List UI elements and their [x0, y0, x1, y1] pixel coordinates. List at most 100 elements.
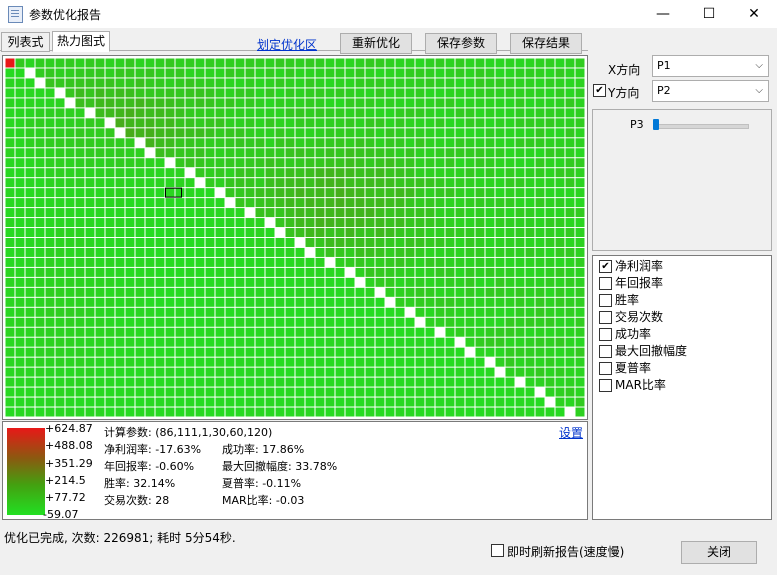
heatmap-cell[interactable] — [525, 238, 535, 247]
heatmap-cell[interactable] — [485, 108, 495, 118]
heatmap-cell[interactable] — [325, 277, 335, 287]
heatmap-cell[interactable] — [205, 317, 215, 327]
heatmap-cell[interactable] — [555, 347, 565, 357]
heatmap-cell[interactable] — [165, 397, 175, 407]
heatmap-cell[interactable] — [545, 208, 555, 218]
heatmap-cell[interactable] — [105, 68, 115, 78]
heatmap-cell[interactable] — [5, 287, 15, 297]
heatmap-cell[interactable] — [65, 118, 75, 128]
heatmap-cell[interactable] — [305, 178, 315, 188]
heatmap-cell[interactable] — [465, 178, 475, 188]
heatmap-cell[interactable] — [125, 297, 135, 307]
heatmap-cell[interactable] — [485, 78, 495, 88]
heatmap-cell[interactable] — [295, 297, 305, 307]
heatmap-cell[interactable] — [195, 267, 205, 277]
heatmap-cell[interactable] — [135, 337, 145, 347]
heatmap-cell[interactable] — [45, 108, 55, 118]
heatmap-cell[interactable] — [155, 158, 165, 168]
heatmap-cell[interactable] — [145, 78, 155, 88]
p3-slider-track[interactable] — [653, 124, 749, 129]
heatmap-cell[interactable] — [245, 238, 255, 247]
heatmap-cell[interactable] — [195, 377, 205, 387]
heatmap-cell[interactable] — [515, 267, 525, 277]
heatmap-cell[interactable] — [315, 198, 325, 208]
heatmap-cell[interactable] — [5, 128, 15, 138]
heatmap-cell[interactable] — [465, 68, 475, 78]
heatmap-cell[interactable] — [215, 128, 225, 138]
heatmap-cell[interactable] — [245, 228, 255, 237]
heatmap-cell[interactable] — [355, 257, 365, 267]
heatmap-cell[interactable] — [285, 138, 295, 148]
heatmap-cell[interactable] — [105, 277, 115, 287]
heatmap-cell[interactable] — [275, 297, 285, 307]
heatmap-cell[interactable] — [405, 188, 415, 198]
heatmap-cell[interactable] — [575, 78, 585, 88]
heatmap-cell[interactable] — [575, 297, 585, 307]
heatmap-cell[interactable] — [145, 158, 155, 168]
heatmap-cell[interactable] — [185, 257, 195, 267]
heatmap-cell[interactable] — [355, 208, 365, 218]
heatmap-cell[interactable] — [255, 118, 265, 128]
heatmap-cell[interactable] — [65, 88, 75, 98]
heatmap-cell[interactable] — [495, 377, 505, 387]
heatmap-cell[interactable] — [365, 247, 375, 257]
heatmap-cell[interactable] — [225, 337, 235, 347]
heatmap-cell[interactable] — [255, 158, 265, 168]
heatmap-cell[interactable] — [105, 377, 115, 387]
heatmap-cell[interactable] — [125, 257, 135, 267]
heatmap-cell[interactable] — [565, 247, 575, 257]
heatmap-cell[interactable] — [545, 68, 555, 78]
heatmap-cell[interactable] — [135, 397, 145, 407]
heatmap-cell[interactable] — [165, 267, 175, 277]
heatmap-cell[interactable] — [515, 158, 525, 168]
heatmap-cell[interactable] — [285, 247, 295, 257]
heatmap-cell[interactable] — [245, 68, 255, 78]
heatmap-cell[interactable] — [255, 168, 265, 178]
heatmap-cell[interactable] — [335, 347, 345, 357]
heatmap-cell[interactable] — [275, 58, 285, 68]
heatmap-cell[interactable] — [105, 188, 115, 198]
heatmap-cell[interactable] — [125, 158, 135, 168]
heatmap-cell[interactable] — [115, 138, 125, 148]
heatmap-cell[interactable] — [135, 118, 145, 128]
heatmap-cell[interactable] — [325, 88, 335, 98]
heatmap-cell[interactable] — [145, 168, 155, 178]
heatmap-cell[interactable] — [95, 238, 105, 247]
heatmap-cell[interactable] — [225, 307, 235, 317]
heatmap-cell[interactable] — [75, 108, 85, 118]
heatmap-cell[interactable] — [555, 208, 565, 218]
heatmap-cell[interactable] — [35, 397, 45, 407]
heatmap-cell[interactable] — [575, 128, 585, 138]
heatmap-cell[interactable] — [395, 58, 405, 68]
heatmap-cell[interactable] — [415, 377, 425, 387]
heatmap-cell[interactable] — [345, 307, 355, 317]
heatmap-cell[interactable] — [125, 78, 135, 88]
heatmap-cell[interactable] — [415, 277, 425, 287]
heatmap-cell[interactable] — [5, 277, 15, 287]
heatmap-cell[interactable] — [35, 317, 45, 327]
heatmap-cell[interactable] — [475, 247, 485, 257]
heatmap-cell[interactable] — [545, 198, 555, 208]
heatmap-cell[interactable] — [25, 347, 35, 357]
heatmap-cell[interactable] — [475, 208, 485, 218]
heatmap-cell[interactable] — [425, 98, 435, 108]
heatmap-cell[interactable] — [565, 287, 575, 297]
heatmap-cell[interactable] — [25, 307, 35, 317]
heatmap-cell[interactable] — [555, 238, 565, 247]
heatmap-cell[interactable] — [495, 387, 505, 397]
heatmap-cell[interactable] — [425, 168, 435, 178]
heatmap-cell[interactable] — [215, 387, 225, 397]
heatmap-cell[interactable] — [115, 178, 125, 188]
heatmap-cell[interactable] — [255, 188, 265, 198]
heatmap-cell[interactable] — [505, 218, 515, 228]
heatmap-cell[interactable] — [405, 387, 415, 397]
heatmap-cell[interactable] — [535, 277, 545, 287]
heatmap-cell[interactable] — [545, 317, 555, 327]
heatmap-cell[interactable] — [495, 58, 505, 68]
heatmap-cell[interactable] — [105, 247, 115, 257]
heatmap-cell[interactable] — [385, 138, 395, 148]
heatmap-cell[interactable] — [165, 78, 175, 88]
heatmap-cell[interactable] — [65, 98, 75, 108]
heatmap-cell[interactable] — [515, 357, 525, 367]
heatmap-cell[interactable] — [5, 257, 15, 267]
